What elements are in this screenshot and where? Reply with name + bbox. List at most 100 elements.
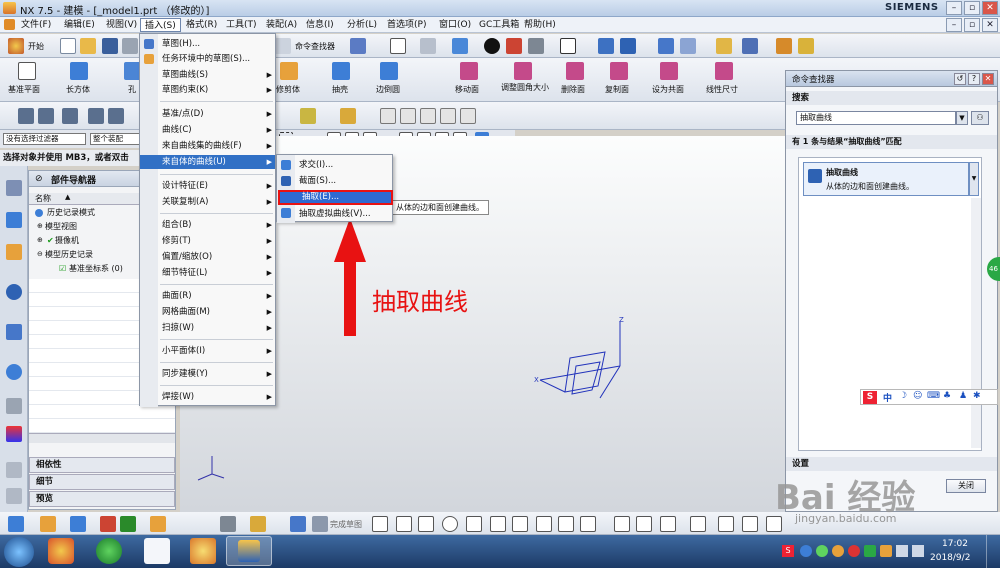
menu-item-design-feature[interactable]: 设计特征(E) ▶: [140, 179, 275, 193]
curve-tool-icon-5[interactable]: [120, 516, 136, 532]
constraint-navigator-icon[interactable]: [6, 212, 22, 228]
curve-tool-icon-8[interactable]: [250, 516, 266, 532]
reuse-library-icon[interactable]: [6, 324, 22, 340]
measure-icon[interactable]: [742, 38, 758, 54]
cf-binoculars-icon[interactable]: ⚇: [971, 111, 989, 125]
dependencies-section[interactable]: 相依性: [29, 457, 175, 473]
ime-skin-icon[interactable]: ♣: [943, 391, 951, 401]
submenu-item-extract[interactable]: 抽取(E)...: [278, 190, 393, 205]
collapse-icon[interactable]: ⊖: [37, 250, 43, 258]
menu-gc-toolbox[interactable]: GC工具箱: [475, 18, 523, 32]
edge-blend-label[interactable]: 边倒圆: [376, 84, 400, 95]
select-tool-icon[interactable]: [300, 108, 316, 124]
menu-preferences[interactable]: 首选项(P): [383, 18, 430, 32]
ime-mode[interactable]: 中: [883, 391, 892, 404]
network-icon[interactable]: [896, 545, 908, 557]
check-icon[interactable]: ✔: [47, 236, 54, 245]
close-window-button[interactable]: ✕: [982, 1, 998, 15]
menu-item-sketch-constraint[interactable]: 草图约束(K) ▶: [140, 83, 275, 97]
doc-minimize-button[interactable]: –: [946, 18, 962, 32]
menu-item-mesh-surface[interactable]: 网格曲面(M) ▶: [140, 305, 275, 319]
dimension-icon[interactable]: [718, 516, 734, 532]
offset-icon[interactable]: [580, 516, 596, 532]
ime-settings-icon[interactable]: ✱: [973, 391, 981, 401]
menu-insert[interactable]: 插入(S): [140, 18, 181, 32]
layer-visible-icon[interactable]: [680, 38, 696, 54]
history-icon[interactable]: [6, 364, 22, 380]
checkbox-icon[interactable]: ☑: [59, 264, 66, 273]
snap-icon-5[interactable]: [108, 108, 124, 124]
menu-item-task-sketch[interactable]: 任务环境中的草图(S)...: [140, 52, 275, 66]
shell-label[interactable]: 抽壳: [332, 84, 348, 95]
section-icon[interactable]: [528, 38, 544, 54]
cut-icon[interactable]: [122, 38, 138, 54]
menu-assembly[interactable]: 装配(A): [262, 18, 301, 32]
curve-tool-icon-4[interactable]: [100, 516, 116, 532]
h-scrollbar[interactable]: [29, 433, 175, 443]
menu-item-detail-feature[interactable]: 细节特征(L) ▶: [140, 266, 275, 280]
point-icon[interactable]: [558, 516, 574, 532]
wcs-icon[interactable]: [598, 38, 614, 54]
volume-icon[interactable]: [912, 545, 924, 557]
move-face-icon[interactable]: [460, 62, 478, 80]
tray-icon-1[interactable]: [800, 545, 812, 557]
move-face-label[interactable]: 移动面: [455, 84, 479, 95]
info-icon[interactable]: [6, 284, 22, 300]
ime-keyboard-icon[interactable]: ⌨: [927, 391, 940, 401]
menu-item-sync-modeling[interactable]: 同步建模(Y) ▶: [140, 367, 275, 381]
arc-icon[interactable]: [418, 516, 434, 532]
menu-item-associative-copy[interactable]: 关联复制(A) ▶: [140, 195, 275, 209]
trim-icon[interactable]: [614, 516, 630, 532]
delete-face-label[interactable]: 删除面: [561, 84, 585, 95]
tray-icon-3[interactable]: [832, 545, 844, 557]
tree-item-model-history[interactable]: 模型历史记录: [45, 249, 93, 261]
expand-icon-2[interactable]: ⊕: [37, 236, 43, 244]
menu-item-sketch[interactable]: 草图(H)...: [140, 37, 275, 51]
menu-view[interactable]: 视图(V): [102, 18, 141, 32]
fillet-icon[interactable]: [466, 516, 482, 532]
taskbar-app-icon-4[interactable]: [190, 538, 216, 564]
start-orb-icon[interactable]: [4, 537, 34, 567]
extend-icon[interactable]: [636, 516, 652, 532]
snap-icon-4[interactable]: [88, 108, 104, 124]
delete-face-icon[interactable]: [566, 62, 584, 80]
resize-blend-label[interactable]: 调整圆角大小: [500, 84, 550, 92]
system-materials-icon[interactable]: [6, 398, 22, 414]
preview-section[interactable]: 预览: [29, 491, 175, 507]
menu-item-trim[interactable]: 修剪(T) ▶: [140, 234, 275, 248]
constraint-icon[interactable]: [690, 516, 706, 532]
ime-user-icon[interactable]: ♟: [959, 391, 967, 401]
rectangle-icon[interactable]: [512, 516, 528, 532]
datum-plane-label[interactable]: 基准平面: [8, 84, 40, 95]
rule-icon-2[interactable]: [440, 108, 456, 124]
finish-sketch-icon[interactable]: [312, 516, 328, 532]
curve-tool-icon-2[interactable]: [40, 516, 56, 532]
finish-sketch-label[interactable]: 完成草图: [330, 519, 362, 530]
ruler-icon[interactable]: [776, 38, 792, 54]
menu-item-curve[interactable]: 曲线(C) ▶: [140, 123, 275, 137]
face-rule-icon[interactable]: [420, 108, 436, 124]
taskbar-app-icon-1[interactable]: [48, 538, 74, 564]
ime-punct-icon[interactable]: ☽: [899, 391, 907, 401]
part-navigator-icon[interactable]: [6, 244, 22, 260]
roles-icon[interactable]: [6, 462, 22, 478]
tree-item-model-views[interactable]: 模型视图: [45, 221, 77, 233]
make-coplanar-icon[interactable]: [660, 62, 678, 80]
profile-icon[interactable]: [372, 516, 388, 532]
taskbar-app-icon-2[interactable]: [96, 538, 122, 564]
start-button[interactable]: 开始: [28, 41, 44, 52]
doc-restore-button[interactable]: ▫: [964, 18, 980, 32]
snap-icon[interactable]: [18, 108, 34, 124]
tray-icon-4[interactable]: [848, 545, 860, 557]
tree-item-datum-csys[interactable]: 基准坐标系 (0): [69, 263, 123, 275]
show-desktop-button[interactable]: [986, 535, 1000, 568]
reset-icon[interactable]: ↺: [954, 73, 966, 85]
help-icon[interactable]: ?: [968, 73, 980, 85]
menu-item-surface[interactable]: 曲面(R) ▶: [140, 289, 275, 303]
tray-icon-5[interactable]: [864, 545, 876, 557]
minimize-button[interactable]: –: [946, 1, 962, 15]
trim-body-label[interactable]: 修剪体: [276, 84, 300, 95]
submenu-item-section[interactable]: 截面(S)...: [277, 174, 392, 188]
linear-dimension-icon[interactable]: [715, 62, 733, 80]
corner-icon[interactable]: [660, 516, 676, 532]
